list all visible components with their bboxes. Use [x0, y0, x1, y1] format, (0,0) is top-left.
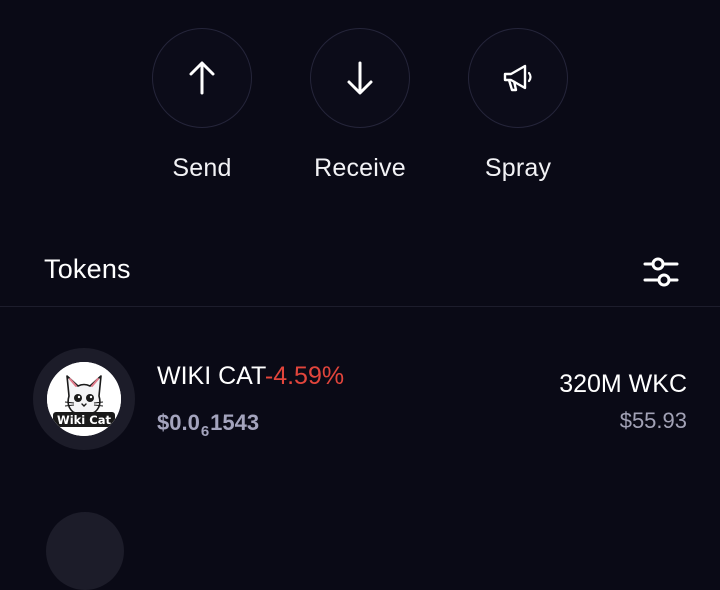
send-label: Send — [172, 154, 232, 182]
token-name: WIKI CAT — [157, 362, 265, 390]
spray-label: Spray — [484, 154, 552, 182]
token-row-wiki-cat[interactable]: Wiki Cat WIKI CAT-4.59% $0.061543 320M W… — [0, 340, 720, 460]
next-token-avatar[interactable] — [46, 512, 124, 590]
token-avatar: Wiki Cat — [33, 348, 135, 450]
spray-circle[interactable] — [468, 28, 568, 128]
tokens-title: Tokens — [44, 254, 131, 284]
logo-text: Wiki Cat — [57, 413, 111, 427]
receive-label: Receive — [314, 154, 406, 182]
receive-circle[interactable] — [310, 28, 410, 128]
send-button[interactable]: Send — [132, 28, 272, 198]
arrow-up-icon — [189, 61, 215, 95]
token-change: -4.59% — [264, 362, 345, 390]
wiki-cat-logo: Wiki Cat — [47, 362, 121, 436]
token-name-line: WIKI CAT-4.59% — [157, 362, 344, 391]
megaphone-icon — [503, 64, 532, 92]
receive-button[interactable]: Receive — [290, 28, 430, 198]
divider — [0, 306, 720, 307]
token-amount: 320M WKC — [559, 370, 687, 398]
token-price-zero-count: 6 — [200, 423, 210, 440]
token-price-prefix: $0.0 — [157, 410, 200, 435]
arrow-down-icon — [347, 61, 373, 95]
spray-button[interactable]: Spray — [448, 28, 588, 198]
token-price: $0.061543 — [157, 410, 260, 440]
filter-button[interactable] — [640, 254, 682, 290]
token-price-digits: 1543 — [210, 410, 260, 435]
quick-actions: Send Receive Spray — [0, 0, 720, 200]
sliders-icon — [643, 257, 679, 287]
send-circle[interactable] — [152, 28, 252, 128]
token-value: $55.93 — [619, 408, 687, 433]
tokens-header: Tokens — [0, 240, 720, 306]
